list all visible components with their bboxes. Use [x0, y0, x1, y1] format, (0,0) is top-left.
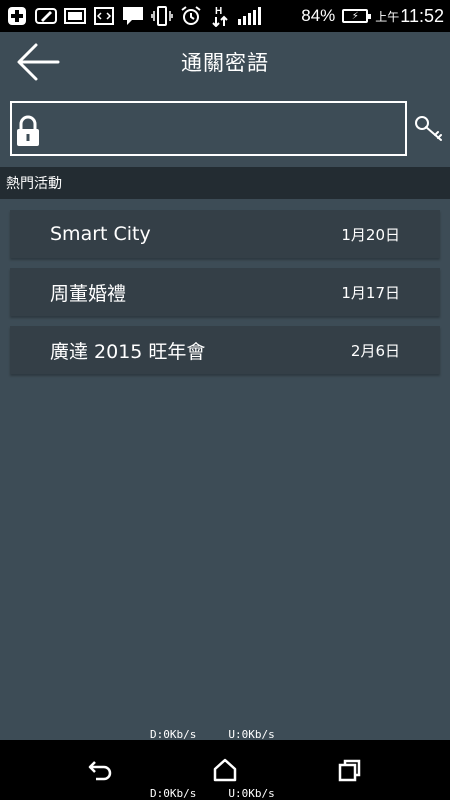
key-button[interactable] [414, 114, 444, 144]
app-header: 通關密語 [0, 32, 450, 92]
h-data-icon: H [209, 6, 231, 27]
nav-recent-apps-button[interactable] [335, 756, 365, 784]
password-input[interactable] [46, 103, 402, 154]
plus-icon [6, 6, 28, 26]
lock-icon [17, 115, 39, 146]
event-date: 1月20日 [341, 225, 400, 244]
event-name: 廣達 2015 旺年會 [50, 340, 206, 363]
event-date: 2月6日 [350, 341, 400, 360]
vibrate-icon [151, 6, 173, 26]
back-button[interactable] [14, 40, 62, 84]
nav-back-button[interactable] [85, 756, 115, 784]
list-item[interactable]: 周董婚禮 1月17日 [10, 268, 440, 316]
time-prefix: 上午 [375, 9, 400, 24]
image-icon [64, 6, 86, 26]
upload-speed: U:0Kb/s [228, 787, 275, 800]
status-bar: H 84% ⚡ 上午 11:52 [0, 0, 450, 32]
event-list: Smart City 1月20日 周董婚禮 1月17日 廣達 2015 旺年會 … [10, 210, 440, 384]
download-speed: D:0Kb/s [150, 787, 197, 800]
nav-network-speed: D:0Kb/s U:0Kb/s [150, 787, 275, 800]
battery-percent: 84% [301, 6, 336, 25]
code-icon [93, 6, 115, 26]
svg-text:H: H [215, 6, 222, 17]
status-icons-left: H [6, 6, 261, 27]
event-name: 周董婚禮 [50, 282, 127, 305]
list-item[interactable]: 廣達 2015 旺年會 2月6日 [10, 326, 440, 374]
alarm-icon [180, 6, 202, 26]
status-icons-right: 84% ⚡ 上午 11:52 [301, 6, 444, 27]
key-icon [415, 116, 442, 141]
section-header: 熱門活動 [0, 167, 450, 199]
chat-icon [122, 6, 144, 26]
back-nav-icon [88, 761, 112, 781]
event-name: Smart City [50, 223, 151, 245]
password-field[interactable] [10, 101, 407, 156]
event-date: 1月17日 [341, 283, 400, 302]
page-title: 通關密語 [181, 51, 269, 75]
arrow-left-icon [17, 43, 60, 81]
home-nav-icon [213, 758, 237, 782]
edit-icon [35, 6, 57, 26]
list-item[interactable]: Smart City 1月20日 [10, 210, 440, 258]
battery-icon: ⚡ [342, 9, 372, 23]
clock: 11:52 [400, 5, 444, 26]
nav-home-button[interactable] [210, 756, 240, 784]
navigation-bar: D:0Kb/s U:0Kb/s [0, 740, 450, 800]
recent-apps-icon [338, 759, 361, 782]
signal-icon [238, 7, 261, 25]
